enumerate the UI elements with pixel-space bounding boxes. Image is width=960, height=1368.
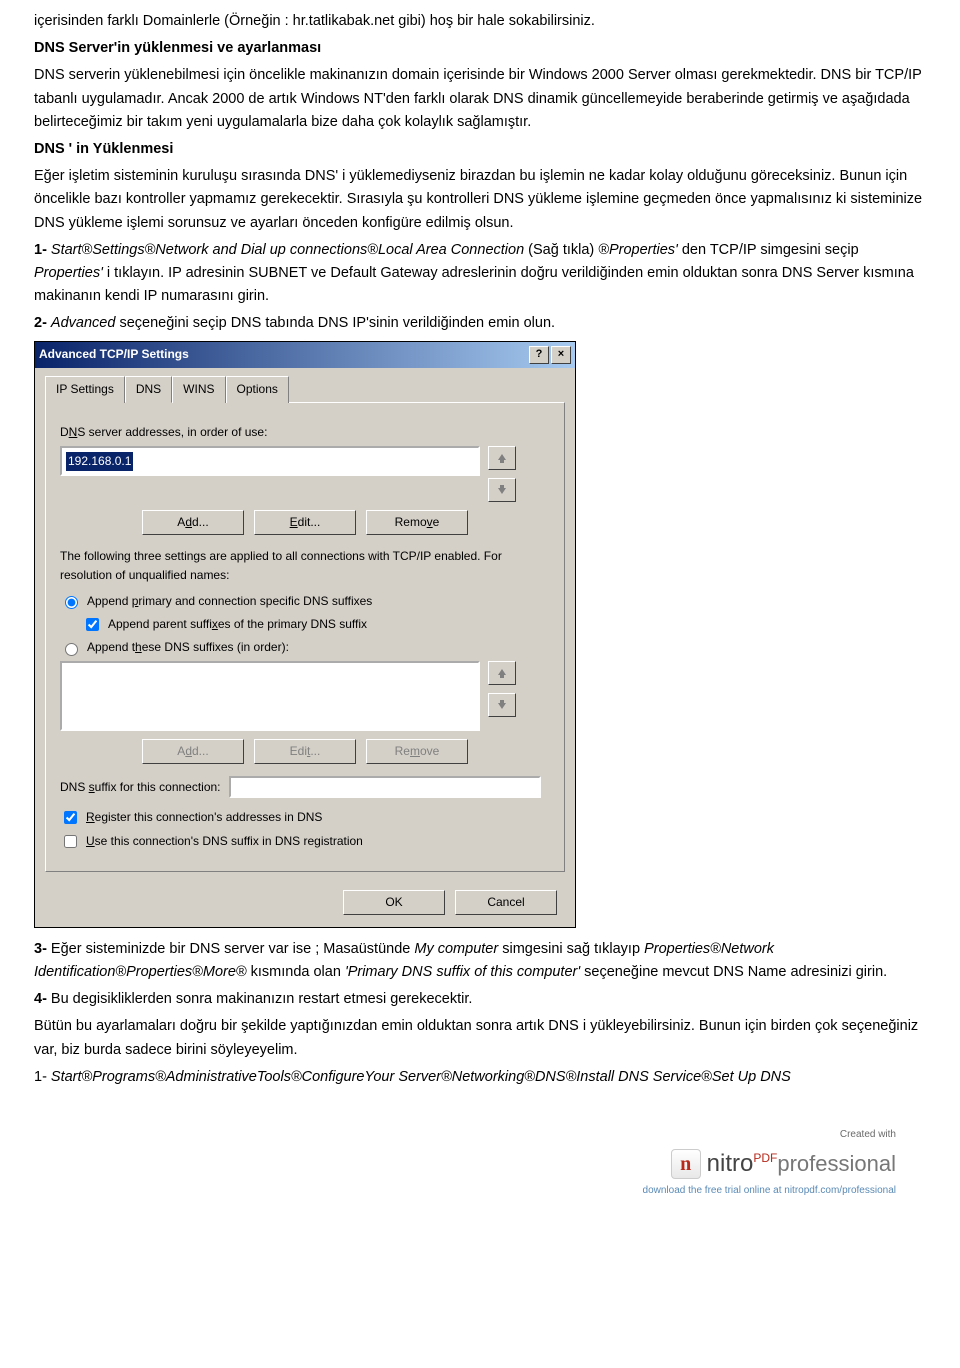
check-use-suffix-input[interactable] bbox=[64, 835, 77, 848]
arrow-up-icon bbox=[496, 667, 508, 679]
nitro-logo-icon: n bbox=[671, 1149, 701, 1179]
footer-ad: Created with n nitroPDFprofessional down… bbox=[34, 1119, 926, 1203]
check-register-dns-input[interactable] bbox=[64, 811, 77, 824]
step-1-path: Start®Settings®Network and Dial up conne… bbox=[51, 242, 524, 258]
radio-append-primary-label: Append primary and connection specific D… bbox=[87, 592, 372, 611]
closing-2: 1- Start®Programs®AdministrativeTools®Co… bbox=[34, 1066, 926, 1089]
radio-append-these-input[interactable] bbox=[65, 643, 78, 656]
step-2-tail: seçeneğini seçip DNS tabında DNS IP'sini… bbox=[119, 315, 555, 331]
advanced-tcpip-dialog: Advanced TCP/IP Settings ? × IP Settings… bbox=[34, 341, 576, 927]
step-4-prefix: 4- bbox=[34, 991, 51, 1007]
step-3-prefix: 3- bbox=[34, 941, 51, 957]
edit-server-button[interactable]: Edit... bbox=[254, 510, 356, 535]
step-1-path2: ®Properties' bbox=[598, 242, 682, 258]
help-button[interactable]: ? bbox=[529, 346, 549, 364]
step-2: 2- Advanced seçeneğini seçip DNS tabında… bbox=[34, 312, 926, 335]
step-3: 3- Eğer sisteminizde bir DNS server var … bbox=[34, 938, 926, 984]
step-4-text: Bu degisikliklerden sonra makinanızın re… bbox=[51, 991, 473, 1007]
heading-dns-load: DNS ' in Yüklenmesi bbox=[34, 138, 926, 161]
dialog-titlebar[interactable]: Advanced TCP/IP Settings ? × bbox=[35, 342, 575, 367]
tab-options[interactable]: Options bbox=[226, 376, 289, 403]
tab-content-dns: DNS server addresses, in order of use: 1… bbox=[45, 402, 565, 872]
step-4: 4- Bu degisikliklerden sonra makinanızın… bbox=[34, 988, 926, 1011]
footer-brand-text: nitroPDFprofessional bbox=[707, 1145, 896, 1183]
para-2: Eğer işletim sisteminin kuruluşu sırasın… bbox=[34, 165, 926, 235]
dns-servers-label: DNS server addresses, in order of use: bbox=[60, 423, 550, 442]
para-1: DNS serverin yüklenebilmesi için öncelik… bbox=[34, 64, 926, 134]
step-3-c: kısmında olan bbox=[251, 964, 345, 980]
heading-dns-install: DNS Server'in yüklenmesi ve ayarlanması bbox=[34, 37, 926, 60]
step-3-d: seçeneğine mevcut DNS Name adresinizi gi… bbox=[584, 964, 887, 980]
add-server-button[interactable]: Add... bbox=[142, 510, 244, 535]
edit-suffix-button: Edit... bbox=[254, 739, 356, 764]
radio-append-these[interactable]: Append these DNS suffixes (in order): bbox=[60, 638, 550, 657]
move-down-button[interactable] bbox=[488, 478, 516, 502]
radio-append-these-label: Append these DNS suffixes (in order): bbox=[87, 638, 289, 657]
tab-dns[interactable]: DNS bbox=[125, 376, 172, 403]
remove-suffix-button: Remove bbox=[366, 739, 468, 764]
info-text: The following three settings are applied… bbox=[60, 547, 550, 585]
step-1-path3: Properties' bbox=[34, 265, 103, 281]
check-append-parent[interactable]: Append parent suffixes of the primary DN… bbox=[82, 615, 550, 634]
suffix-move-up-button[interactable] bbox=[488, 661, 516, 685]
arrow-down-icon bbox=[496, 699, 508, 711]
check-append-parent-label: Append parent suffixes of the primary DN… bbox=[108, 615, 367, 634]
arrow-up-icon bbox=[496, 452, 508, 464]
dialog-title: Advanced TCP/IP Settings bbox=[39, 345, 189, 364]
dns-suffix-label: DNS suffix for this connection: bbox=[60, 778, 221, 797]
check-use-suffix-label: Use this connection's DNS suffix in DNS … bbox=[86, 832, 363, 851]
cancel-button[interactable]: Cancel bbox=[455, 890, 557, 915]
step-1-prefix: 1- bbox=[34, 242, 51, 258]
step-3-italic3: 'Primary DNS suffix of this computer' bbox=[345, 964, 580, 980]
closing-1: Bütün bu ayarlamaları doğru bir şekilde … bbox=[34, 1015, 926, 1061]
check-use-suffix[interactable]: Use this connection's DNS suffix in DNS … bbox=[60, 832, 550, 851]
intro-line: içerisinden farklı Domainlerle (Örneğin … bbox=[34, 10, 926, 33]
step-2-italic: Advanced bbox=[51, 315, 120, 331]
tab-ip-settings[interactable]: IP Settings bbox=[45, 376, 125, 403]
label-pre: D bbox=[60, 425, 69, 439]
dns-suffix-input[interactable] bbox=[229, 776, 541, 798]
label-post: S server addresses, in order of use: bbox=[77, 425, 267, 439]
step-3-italic1: My computer bbox=[414, 941, 498, 957]
close-button[interactable]: × bbox=[551, 346, 571, 364]
suffix-move-down-button[interactable] bbox=[488, 693, 516, 717]
step-3-a: Eğer sisteminizde bir DNS server var ise… bbox=[51, 941, 414, 957]
step-1-tail: den TCP/IP simgesini seçip bbox=[682, 242, 859, 258]
footer-brand: n nitroPDFprofessional bbox=[671, 1145, 896, 1183]
radio-append-primary[interactable]: Append primary and connection specific D… bbox=[60, 592, 550, 611]
dns-suffixes-listbox[interactable] bbox=[60, 661, 480, 731]
radio-append-primary-input[interactable] bbox=[65, 596, 78, 609]
step-1-mid: (Sağ tıkla) bbox=[528, 242, 598, 258]
dns-servers-listbox[interactable]: 192.168.0.1 bbox=[60, 446, 480, 476]
check-register-dns-label: Register this connection's addresses in … bbox=[86, 808, 322, 827]
step-1: 1- Start®Settings®Network and Dial up co… bbox=[34, 239, 926, 309]
tab-wins[interactable]: WINS bbox=[172, 376, 225, 403]
add-suffix-button: Add... bbox=[142, 739, 244, 764]
tabs: IP Settings DNS WINS Options bbox=[45, 376, 565, 403]
closing-2-path: Start®Programs®AdministrativeTools®Confi… bbox=[51, 1069, 791, 1085]
dns-server-entry[interactable]: 192.168.0.1 bbox=[66, 452, 133, 471]
footer-created: Created with bbox=[34, 1127, 896, 1143]
footer-download-link[interactable]: download the free trial online at nitrop… bbox=[34, 1183, 896, 1199]
step-3-b: simgesini sağ tıklayıp bbox=[502, 941, 644, 957]
step-1-tail2: i tıklayın. IP adresinin SUBNET ve Defau… bbox=[34, 265, 914, 304]
check-append-parent-input[interactable] bbox=[86, 618, 99, 631]
ok-button[interactable]: OK bbox=[343, 890, 445, 915]
move-up-button[interactable] bbox=[488, 446, 516, 470]
check-register-dns[interactable]: Register this connection's addresses in … bbox=[60, 808, 550, 827]
arrow-down-icon bbox=[496, 484, 508, 496]
remove-server-button[interactable]: Remove bbox=[366, 510, 468, 535]
closing-2-prefix: 1- bbox=[34, 1069, 51, 1085]
step-2-prefix: 2- bbox=[34, 315, 51, 331]
